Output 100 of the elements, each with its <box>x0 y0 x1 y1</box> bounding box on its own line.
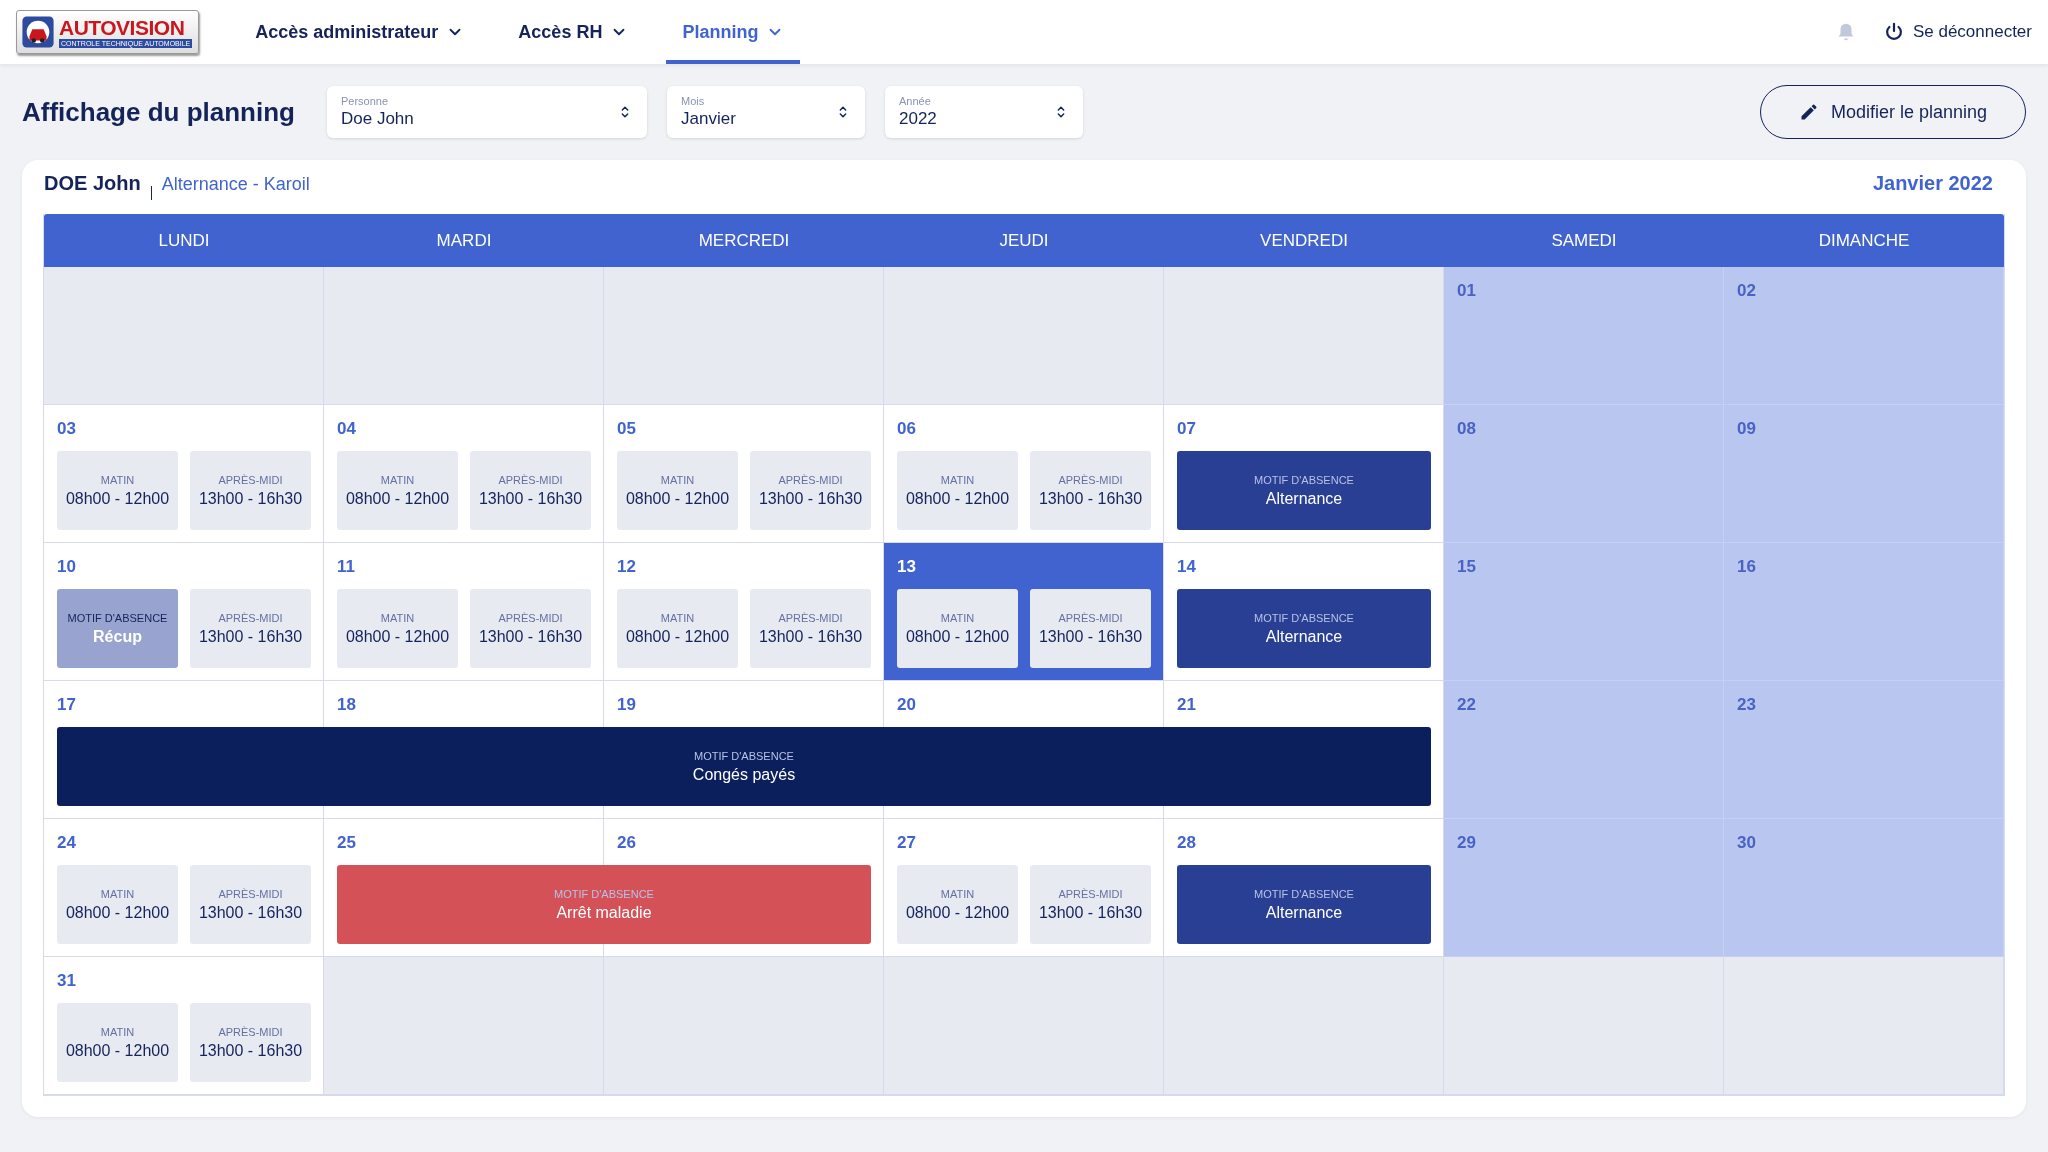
nav-tab[interactable]: Accès administrateur <box>239 0 481 64</box>
day-number: 12 <box>617 557 636 576</box>
day-cell[interactable] <box>604 957 884 1095</box>
field-label: Année <box>899 95 932 107</box>
absence-label: MOTIF D'ABSENCE <box>1254 887 1354 900</box>
shift-block[interactable]: APRÈS-MIDI 13h00 - 16h30 <box>1030 865 1151 944</box>
absence-block[interactable]: MOTIF D'ABSENCE Alternance <box>1177 865 1431 944</box>
logout-link[interactable]: Se déconnecter <box>1882 21 2032 43</box>
day-number: 28 <box>1177 833 1196 852</box>
day-number: 05 <box>617 419 636 438</box>
shift-block[interactable]: APRÈS-MIDI 13h00 - 16h30 <box>190 1003 311 1082</box>
shift-block[interactable]: APRÈS-MIDI 13h00 - 16h30 <box>190 589 311 668</box>
day-number: 11 <box>337 557 355 576</box>
logo-title: AUTOVISION <box>59 16 186 39</box>
day-number: 08 <box>1457 419 1476 438</box>
absence-reason: Alternance <box>1265 489 1343 508</box>
day-cell[interactable] <box>324 267 604 405</box>
shift-hours: 13h00 - 16h30 <box>1038 489 1143 508</box>
absence-block[interactable]: MOTIF D'ABSENCE Alternance <box>1177 451 1431 530</box>
shift-label: MATIN <box>380 611 415 624</box>
shift-label: MATIN <box>100 1025 135 1038</box>
shift-block[interactable]: MATIN 08h00 - 12h00 <box>617 451 738 530</box>
absence-reason: Récup <box>93 627 142 646</box>
field-value: Doe John <box>341 109 415 129</box>
shift-block[interactable]: MATIN 08h00 - 12h00 <box>57 1003 178 1082</box>
day-cell[interactable] <box>1444 957 1724 1095</box>
shift-block[interactable]: MATIN 08h00 - 12h00 <box>57 451 178 530</box>
shift-hours: 08h00 - 12h00 <box>625 489 730 508</box>
shift-block[interactable]: APRÈS-MIDI 13h00 - 16h30 <box>190 865 311 944</box>
day-number: 14 <box>1177 557 1196 576</box>
shift-block[interactable]: MATIN 08h00 - 12h00 <box>617 589 738 668</box>
shift-label: APRÈS-MIDI <box>218 611 283 624</box>
shift-hours: 13h00 - 16h30 <box>478 627 583 646</box>
day-number: 03 <box>57 419 76 438</box>
day-number: 04 <box>337 419 356 438</box>
shift-label: MATIN <box>940 473 975 486</box>
shift-block[interactable]: APRÈS-MIDI 13h00 - 16h30 <box>190 451 311 530</box>
absence-block[interactable]: MOTIF D'ABSENCE Arrêt maladie <box>337 865 871 944</box>
day-number: 19 <box>617 695 636 714</box>
shift-block[interactable]: MATIN 08h00 - 12h00 <box>897 589 1018 668</box>
shift-label: APRÈS-MIDI <box>1058 887 1123 900</box>
shift-hours: 08h00 - 12h00 <box>345 627 450 646</box>
shift-block[interactable]: APRÈS-MIDI 13h00 - 16h30 <box>1030 589 1151 668</box>
shift-block[interactable]: APRÈS-MIDI 13h00 - 16h30 <box>750 451 871 530</box>
shift-block[interactable]: MATIN 08h00 - 12h00 <box>337 589 458 668</box>
shift-block[interactable]: MATIN 08h00 - 12h00 <box>897 451 1018 530</box>
weekday-label: JEUDI <box>998 229 1050 252</box>
shift-block[interactable]: MATIN 08h00 - 12h00 <box>897 865 1018 944</box>
absence-block[interactable]: MOTIF D'ABSENCE Congés payés <box>57 727 1431 806</box>
day-cell[interactable] <box>1164 957 1444 1095</box>
day-number: 10 <box>57 557 76 576</box>
shift-block[interactable]: MATIN 08h00 - 12h00 <box>57 865 178 944</box>
day-number: 30 <box>1737 833 1756 852</box>
day-number: 23 <box>1737 695 1756 714</box>
absence-label: MOTIF D'ABSENCE <box>554 887 654 900</box>
select-field[interactable]: Mois Janvier <box>667 86 865 138</box>
day-cell[interactable] <box>1724 957 2004 1095</box>
shift-label: APRÈS-MIDI <box>498 473 563 486</box>
shift-label: APRÈS-MIDI <box>218 1025 283 1038</box>
shift-block[interactable]: APRÈS-MIDI 13h00 - 16h30 <box>1030 451 1151 530</box>
day-cell[interactable] <box>884 957 1164 1095</box>
day-number: 09 <box>1737 419 1756 438</box>
day-number: 27 <box>897 833 916 852</box>
shift-hours: 13h00 - 16h30 <box>198 627 303 646</box>
day-number: 24 <box>57 833 76 852</box>
shift-block[interactable]: APRÈS-MIDI 13h00 - 16h30 <box>470 589 591 668</box>
absence-label: MOTIF D'ABSENCE <box>1254 611 1354 624</box>
weekday-label: MERCREDI <box>697 229 791 252</box>
day-cell[interactable] <box>324 957 604 1095</box>
field-label: Personne <box>341 95 390 107</box>
shift-hours: 08h00 - 12h00 <box>905 627 1010 646</box>
day-cell[interactable] <box>884 267 1164 405</box>
shift-hours: 08h00 - 12h00 <box>905 489 1010 508</box>
shift-label: MATIN <box>660 473 695 486</box>
weekday-label: MARDI <box>435 229 493 252</box>
shift-block[interactable]: MATIN 08h00 - 12h00 <box>337 451 458 530</box>
day-cell[interactable] <box>604 267 884 405</box>
shift-label: APRÈS-MIDI <box>498 611 563 624</box>
shift-hours: 08h00 - 12h00 <box>905 903 1010 922</box>
day-number: 31 <box>57 971 76 990</box>
select-field[interactable]: Personne Doe John <box>327 86 647 138</box>
shift-hours: 08h00 - 12h00 <box>625 627 730 646</box>
weekday-label: LUNDI <box>157 229 211 252</box>
day-number: 13 <box>897 557 916 576</box>
shift-block[interactable]: APRÈS-MIDI 13h00 - 16h30 <box>470 451 591 530</box>
absence-block[interactable]: MOTIF D'ABSENCE Récup <box>57 589 178 668</box>
shift-block[interactable]: APRÈS-MIDI 13h00 - 16h30 <box>750 589 871 668</box>
shift-hours: 13h00 - 16h30 <box>478 489 583 508</box>
absence-reason: Arrêt maladie <box>556 903 652 922</box>
day-cell[interactable] <box>1164 267 1444 405</box>
day-number: 25 <box>337 833 356 852</box>
month-title: Janvier 2022 <box>1872 172 1993 195</box>
shift-hours: 08h00 - 12h00 <box>65 489 170 508</box>
day-cell[interactable] <box>44 267 324 405</box>
nav-tab[interactable]: Accès RH <box>502 0 645 64</box>
absence-block[interactable]: MOTIF D'ABSENCE Alternance <box>1177 589 1431 668</box>
select-field[interactable]: Année 2022 <box>885 86 1083 138</box>
nav-tab[interactable]: Planning <box>666 0 801 64</box>
shift-hours: 13h00 - 16h30 <box>1038 903 1143 922</box>
shift-label: APRÈS-MIDI <box>218 473 283 486</box>
